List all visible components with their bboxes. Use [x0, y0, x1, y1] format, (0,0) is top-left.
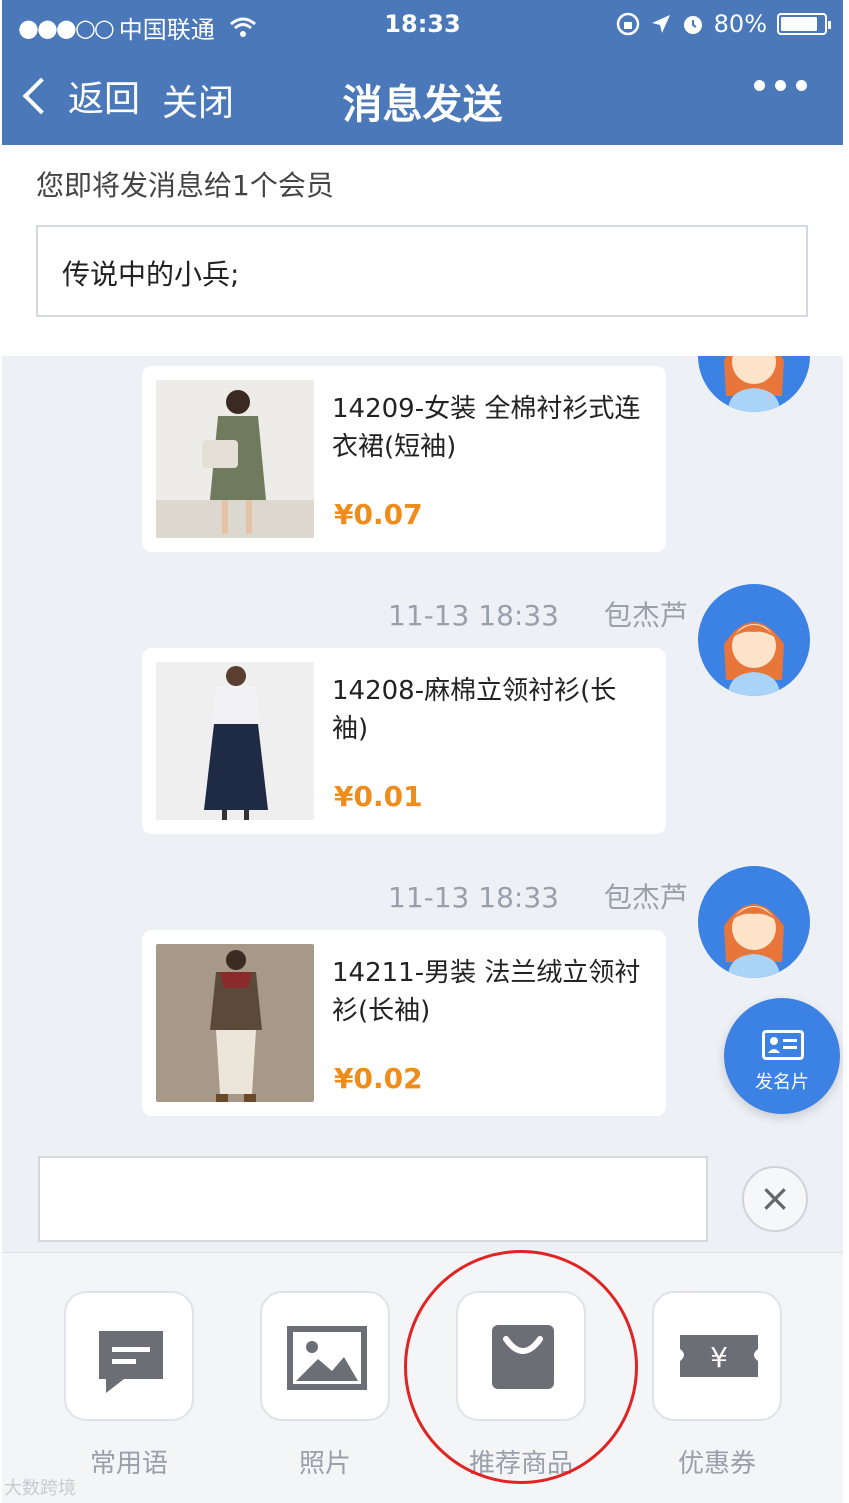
- rotation-lock-icon: [616, 12, 639, 36]
- product-thumbnail: [156, 944, 314, 1102]
- toolbar-item-box: [260, 1291, 390, 1421]
- status-bar: ●●●○○ 中国联通 18:33 80%: [2, 0, 843, 50]
- product-price: ¥0.02: [334, 1062, 423, 1095]
- product-thumbnail: [156, 380, 314, 538]
- product-price: ¥0.07: [334, 498, 423, 531]
- avatar: [698, 584, 810, 696]
- svg-text:¥: ¥: [710, 1341, 728, 1374]
- more-dots-icon[interactable]: [754, 80, 807, 91]
- message-meta: 11-13 18:33 包杰芦: [388, 594, 688, 634]
- send-card-label: 发名片: [755, 1072, 809, 1093]
- recipient-hint: 您即将发消息给1个会员: [36, 169, 334, 202]
- business-card-icon: [762, 1030, 804, 1060]
- toolbar-item-label: 优惠券: [677, 1449, 756, 1479]
- message-sender: 包杰芦: [603, 599, 688, 632]
- message-date: 11-13 18:33: [388, 881, 559, 914]
- toolbar-item-coupon[interactable]: ¥ 优惠券: [652, 1291, 782, 1480]
- close-icon[interactable]: ×: [742, 1166, 808, 1232]
- coupon-icon: ¥: [680, 1335, 758, 1377]
- product-card[interactable]: 14208-麻棉立领衬衫(长袖) ¥0.01: [142, 648, 666, 834]
- location-arrow-icon: [651, 15, 670, 33]
- message-sender: 包杰芦: [603, 881, 688, 914]
- product-price: ¥0.01: [334, 780, 423, 813]
- toolbar-item-photo[interactable]: 照片: [260, 1291, 390, 1480]
- message-input[interactable]: [38, 1156, 708, 1242]
- product-card[interactable]: 14211-男装 法兰绒立领衬衫(长袖) ¥0.02: [142, 930, 666, 1116]
- toolbar-item-box: ¥: [652, 1291, 782, 1421]
- message-meta: 11-13 18:33 包杰芦: [388, 876, 688, 916]
- battery-icon: [777, 13, 831, 35]
- product-name: 14209-女装 全棉衬衫式连衣裙(短袖): [332, 394, 641, 462]
- nav-bar: 返回 关闭 消息发送: [2, 50, 843, 145]
- send-card-button[interactable]: 发名片: [724, 998, 840, 1114]
- toolbar-item-label: 常用语: [89, 1449, 168, 1479]
- watermark: 大数跨境: [4, 1474, 76, 1500]
- chat-bubble-icon: [99, 1331, 163, 1393]
- product-thumbnail: [156, 662, 314, 820]
- product-name: 14208-麻棉立领衬衫(长袖): [332, 676, 617, 744]
- avatar: [698, 866, 810, 978]
- recipient-field[interactable]: 传说中的小兵;: [36, 225, 808, 317]
- toolbar-item-box: [64, 1291, 194, 1421]
- avatar-girl-icon: [724, 904, 784, 978]
- toolbar-item-phrases[interactable]: 常用语: [64, 1291, 194, 1480]
- watermark-text: 大数跨境: [4, 1478, 76, 1499]
- avatar: [698, 356, 810, 412]
- avatar-girl-icon: [724, 356, 784, 412]
- toolbar-item-label: 照片: [298, 1449, 351, 1479]
- image-icon: [287, 1326, 367, 1390]
- avatar-girl-icon: [724, 622, 784, 696]
- battery-percent: 80%: [713, 10, 767, 38]
- product-name: 14211-男装 法兰绒立领衬衫(长袖): [332, 958, 641, 1026]
- page-title: 消息发送: [342, 82, 503, 128]
- status-right: 80%: [616, 10, 831, 38]
- alarm-icon: [683, 16, 702, 34]
- product-card[interactable]: 14209-女装 全棉衬衫式连衣裙(短袖) ¥0.07: [142, 366, 666, 552]
- highlight-annotation: [404, 1250, 638, 1484]
- input-row: ×: [2, 1148, 843, 1252]
- message-list[interactable]: 14209-女装 全棉衬衫式连衣裙(短袖) ¥0.07 11-13 18:33 …: [2, 356, 843, 1148]
- message-date: 11-13 18:33: [388, 599, 559, 632]
